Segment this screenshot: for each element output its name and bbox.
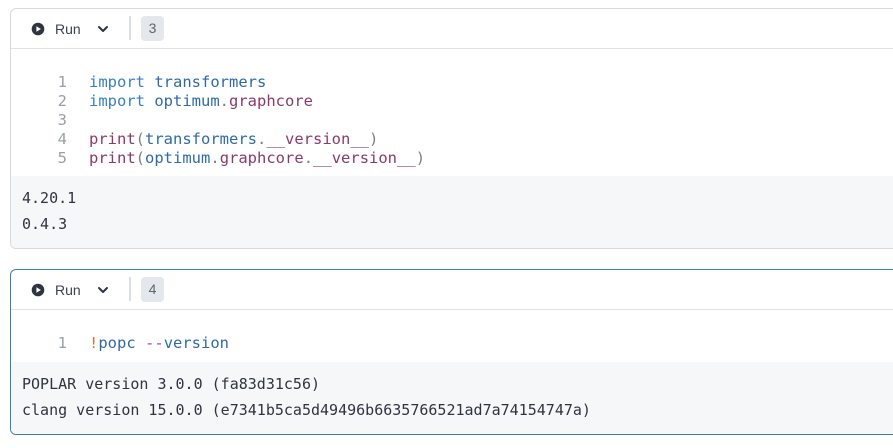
- execution-count-badge: 4: [141, 277, 164, 302]
- toolbar-divider: [129, 277, 131, 301]
- output-line: 0.4.3: [22, 215, 68, 233]
- cell-output: 4.20.1 0.4.3: [11, 176, 893, 248]
- code-editor[interactable]: 1 import transformers 2 import optimum.grap…: [11, 61, 893, 181]
- line-number: 3: [57, 111, 67, 129]
- cell-toolbar: Run 4: [11, 270, 893, 310]
- notebook-cell[interactable]: Run 3 1 import transformers 2 import optimu…: [10, 8, 893, 249]
- output-line: 4.20.1: [22, 189, 77, 207]
- notebook: Run 3 1 import transformers 2 import optimu…: [0, 0, 893, 448]
- code-text: !popc --version: [89, 334, 230, 352]
- execution-count-badge: 3: [141, 16, 164, 41]
- code-editor[interactable]: 1 !popc --version: [11, 322, 893, 362]
- output-line: clang version 15.0.0 (e7341b5ca5d49496b6…: [22, 401, 591, 419]
- play-circle-icon: [31, 22, 45, 36]
- output-line: POPLAR version 3.0.0 (fa83d31c56): [22, 375, 321, 393]
- run-label: Run: [55, 282, 81, 298]
- chevron-down-icon[interactable]: [97, 284, 109, 296]
- cell-toolbar: Run 3: [11, 9, 893, 49]
- code-text: import transformers: [89, 73, 267, 91]
- line-number: 5: [57, 149, 67, 167]
- code-text: print(optimum.graphcore.__version__): [89, 149, 426, 167]
- chevron-down-icon[interactable]: [97, 23, 109, 35]
- toolbar-divider: [129, 16, 131, 40]
- play-circle-icon: [31, 283, 45, 297]
- code-text: print(transformers.__version__): [89, 130, 379, 148]
- code-text: import optimum.graphcore: [89, 92, 314, 110]
- run-button[interactable]: Run: [31, 18, 109, 40]
- line-number: 1: [57, 73, 67, 91]
- notebook-cell-active[interactable]: Run 4 1 !popc --version POPLAR version 3.…: [10, 269, 893, 435]
- cell-output: POPLAR version 3.0.0 (fa83d31c56) clang v…: [11, 362, 893, 434]
- line-number: 1: [57, 334, 67, 352]
- run-button[interactable]: Run: [31, 279, 109, 301]
- line-number: 2: [57, 92, 67, 110]
- line-number: 4: [57, 130, 67, 148]
- run-label: Run: [55, 21, 81, 37]
